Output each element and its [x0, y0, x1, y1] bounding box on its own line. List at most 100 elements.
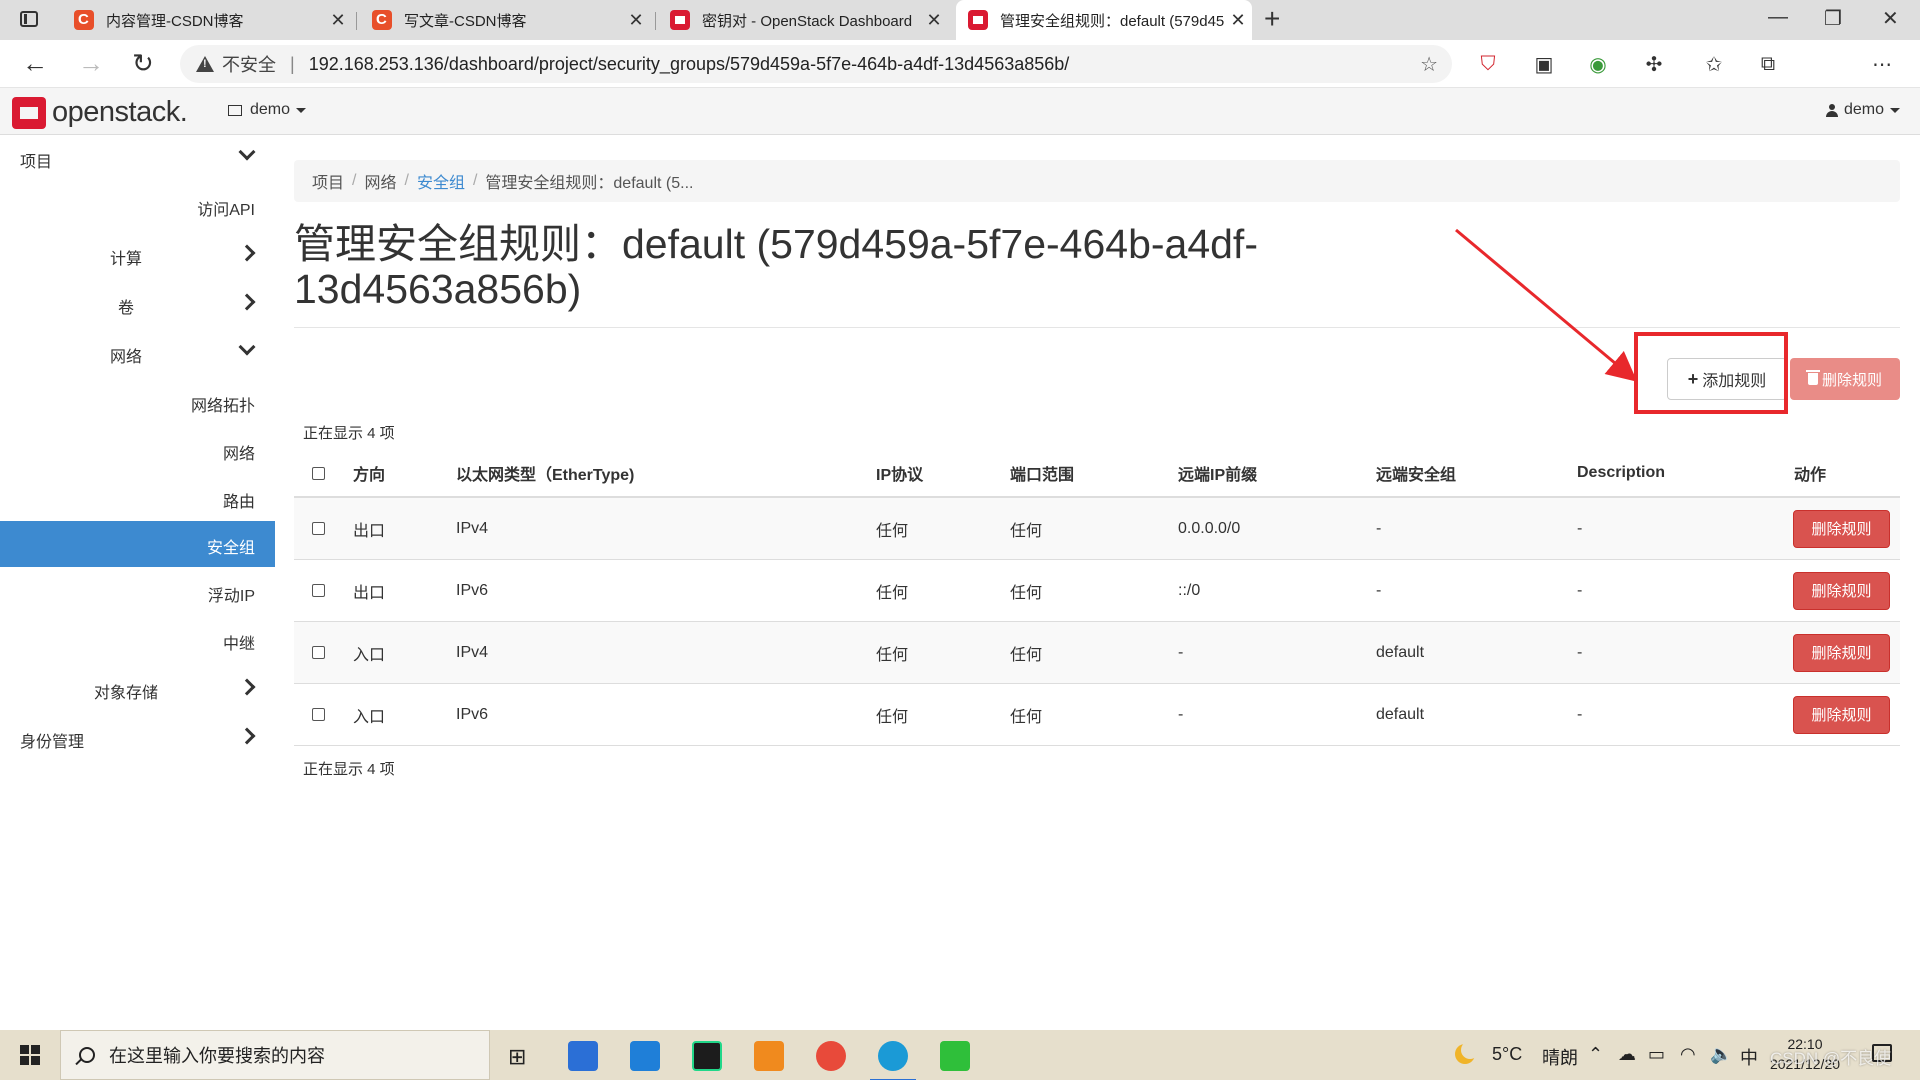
pycharm-icon[interactable]: [692, 1041, 722, 1071]
sidebar-item-project[interactable]: 项目: [0, 135, 275, 181]
sidebar-item-security-groups[interactable]: 安全组: [0, 521, 275, 567]
openstack-logo[interactable]: openstack.: [12, 96, 188, 129]
close-icon[interactable]: ✕: [324, 10, 352, 31]
sidebar-item-label: 网络拓扑: [190, 398, 255, 415]
col-port-range[interactable]: 端口范围: [1010, 450, 1074, 496]
tab-title: 写文章-CSDN博客: [404, 12, 527, 30]
sidebar-item-volumes[interactable]: 卷: [0, 281, 275, 327]
col-ethertype[interactable]: 以太网类型（EtherType): [456, 450, 634, 496]
new-tab-button[interactable]: +: [1264, 3, 1280, 35]
more-menu-icon[interactable]: ⋯: [1870, 52, 1894, 76]
sidebar-item-networks[interactable]: 网络: [0, 427, 275, 473]
user-dropdown[interactable]: demo: [1825, 101, 1900, 119]
select-all-checkbox[interactable]: [312, 466, 325, 480]
edge-browser-icon[interactable]: [870, 1041, 916, 1080]
volume-icon[interactable]: 🔈: [1710, 1044, 1732, 1065]
delete-rule-button[interactable]: 删除规则: [1793, 633, 1890, 672]
mail-icon[interactable]: [630, 1041, 660, 1071]
sidebar-item-compute[interactable]: 计算: [0, 232, 275, 278]
weather-moon-icon: [1455, 1041, 1479, 1064]
extension-icon[interactable]: ▣: [1532, 52, 1556, 76]
tab-title: 密钥对 - OpenStack Dashboard: [702, 12, 913, 30]
weather-condition[interactable]: 晴朗: [1542, 1044, 1578, 1070]
col-remote-group[interactable]: 远端安全组: [1376, 450, 1456, 496]
back-button[interactable]: ←: [22, 48, 48, 78]
sidebar-item-routers[interactable]: 路由: [0, 475, 275, 521]
row-checkbox[interactable]: [312, 584, 325, 597]
project-dropdown[interactable]: demo: [228, 101, 307, 119]
address-bar-row: ← → ↻ 不安全 | 192.168.253.136/dashboard/pr…: [0, 40, 1920, 118]
cell-ethertype: IPv6: [456, 705, 489, 723]
insecure-label[interactable]: 不安全: [222, 51, 276, 77]
delete-rule-button[interactable]: 删除规则: [1793, 571, 1890, 610]
row-checkbox[interactable]: [312, 522, 325, 535]
windows-start-icon[interactable]: [20, 1045, 40, 1065]
task-view-icon[interactable]: ⊞: [508, 1044, 526, 1070]
col-remote-prefix[interactable]: 远端IP前缀: [1178, 450, 1257, 496]
row-checkbox[interactable]: [312, 708, 325, 721]
chevron-right-icon: [241, 295, 253, 307]
microsoft-store-icon[interactable]: [568, 1041, 598, 1071]
forward-button[interactable]: →: [78, 48, 104, 78]
close-icon[interactable]: ✕: [622, 10, 650, 31]
cell-description: -: [1577, 705, 1583, 723]
sidebar-item-label: 中继: [222, 636, 255, 653]
row-select-cell: [312, 498, 325, 559]
cell-direction: 出口: [353, 584, 386, 602]
close-icon[interactable]: ✕: [920, 10, 948, 31]
sidebar-item-network[interactable]: 网络: [0, 330, 275, 376]
extensions-puzzle-icon[interactable]: ✣: [1642, 52, 1666, 76]
extension-icon[interactable]: ◉: [1586, 52, 1610, 76]
delete-rules-button[interactable]: 删除规则: [1790, 358, 1900, 400]
col-direction[interactable]: 方向: [353, 450, 385, 496]
tab-csdn-content[interactable]: 内容管理-CSDN博客 ✕: [62, 0, 352, 40]
taskbar-search-placeholder: 在这里输入你要搜索的内容: [109, 1046, 325, 1066]
url-text[interactable]: 192.168.253.136/dashboard/project/securi…: [309, 54, 1070, 75]
restore-button[interactable]: ❐: [1824, 6, 1842, 31]
battery-icon[interactable]: ▭: [1648, 1044, 1665, 1065]
row-action-cell: 删除规则: [1793, 560, 1890, 621]
cell-direction: 入口: [353, 646, 386, 664]
sidebar-item-network-topology[interactable]: 网络拓扑: [0, 379, 275, 425]
wifi-icon[interactable]: ◠: [1680, 1044, 1696, 1065]
col-protocol[interactable]: IP协议: [876, 450, 923, 496]
collections-icon[interactable]: ⧉: [1756, 52, 1780, 76]
taskbar-search-box[interactable]: 在这里输入你要搜索的内容: [60, 1030, 490, 1080]
close-icon[interactable]: ✕: [1224, 10, 1252, 31]
extension-icon[interactable]: ⛉: [1476, 52, 1500, 76]
tab-keypairs[interactable]: 密钥对 - OpenStack Dashboard ✕: [658, 0, 948, 40]
vmware-icon[interactable]: [754, 1041, 784, 1071]
url-field[interactable]: 不安全 | 192.168.253.136/dashboard/project/…: [180, 45, 1452, 83]
breadcrumb-security-groups-link[interactable]: 安全组: [417, 169, 465, 193]
sidebar-item-label: 网络: [110, 349, 143, 366]
refresh-button[interactable]: ↻: [132, 48, 154, 78]
warning-icon[interactable]: [196, 56, 214, 72]
delete-rule-button[interactable]: 删除规则: [1793, 695, 1890, 734]
col-description[interactable]: Description: [1577, 450, 1665, 496]
tab-actions-icon[interactable]: [20, 11, 38, 27]
project-name: demo: [250, 101, 291, 118]
row-checkbox[interactable]: [312, 646, 325, 659]
sidebar-item-object-store[interactable]: 对象存储: [0, 666, 275, 712]
sidebar-item-floating-ips[interactable]: 浮动IP: [0, 569, 275, 615]
add-favorite-icon[interactable]: ☆: [1420, 52, 1438, 77]
app-icon[interactable]: [816, 1041, 846, 1071]
iqiyi-icon[interactable]: [940, 1041, 970, 1071]
sidebar-item-identity[interactable]: 身份管理: [0, 715, 275, 761]
favorites-icon[interactable]: ✩: [1702, 52, 1726, 76]
tab-security-rules[interactable]: 管理安全组规则：default (579d459a ✕: [956, 0, 1252, 40]
row-action-cell: 删除规则: [1793, 684, 1890, 745]
minimize-button[interactable]: —: [1768, 6, 1788, 29]
delete-rule-button[interactable]: 删除规则: [1793, 509, 1890, 548]
sidebar-item-trunks[interactable]: 中继: [0, 617, 275, 663]
sidebar-item-access-api[interactable]: 访问API: [0, 183, 275, 229]
logo-text: openstack.: [52, 96, 188, 128]
url-divider: |: [290, 53, 295, 74]
cell-remote-prefix: ::/0: [1178, 581, 1201, 599]
onedrive-icon[interactable]: ☁: [1618, 1044, 1636, 1065]
weather-temperature[interactable]: 5°C: [1492, 1044, 1522, 1065]
window-close-button[interactable]: ✕: [1882, 6, 1899, 31]
tab-csdn-write[interactable]: 写文章-CSDN博客 ✕: [360, 0, 650, 40]
tray-expand-icon[interactable]: ⌃: [1588, 1044, 1603, 1065]
ime-indicator[interactable]: 中: [1740, 1044, 1758, 1070]
